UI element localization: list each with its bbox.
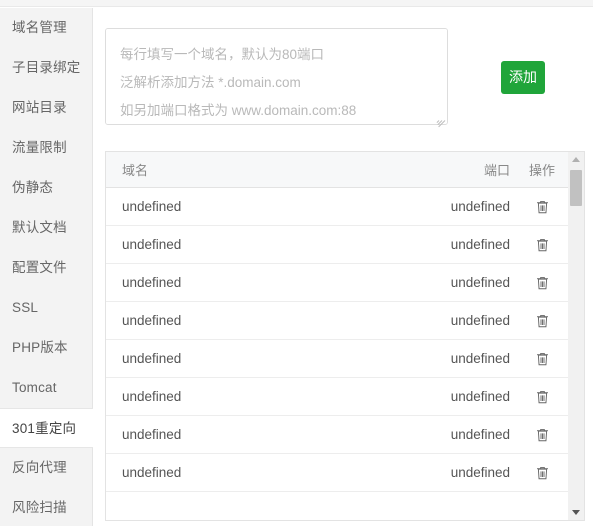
cell-domain: undefined <box>122 275 182 290</box>
column-header-port: 端口 <box>483 163 510 178</box>
caret-up-icon[interactable] <box>568 152 584 168</box>
cell-domain: undefined <box>122 465 182 480</box>
table-row: undefined undefined <box>106 416 568 454</box>
column-header-domain: 域名 <box>122 163 149 178</box>
cell-port: undefined <box>450 389 510 404</box>
trash-icon[interactable] <box>535 313 550 329</box>
domain-input[interactable] <box>105 28 448 125</box>
sidebar-item-label: Tomcat <box>12 380 57 395</box>
table-row: undefined undefined <box>106 264 568 302</box>
table-row <box>106 492 568 520</box>
trash-icon[interactable] <box>535 237 550 253</box>
table-scrollbar[interactable] <box>568 151 585 521</box>
column-header-operation: 操作 <box>528 163 555 178</box>
cell-port: undefined <box>450 199 510 214</box>
trash-icon[interactable] <box>535 199 550 215</box>
cell-domain: undefined <box>122 237 182 252</box>
top-strip <box>0 0 593 7</box>
sidebar-item-risk-scan[interactable]: 风险扫描 <box>0 488 92 528</box>
main-content: 添加 域名 端口 操作 undefinedundefinedundefinedu… <box>94 8 593 526</box>
add-domain-form: 添加 <box>105 28 585 138</box>
domain-table: 域名 端口 操作 undefined undefined undefined unde… <box>105 151 568 521</box>
cell-operation <box>516 426 568 443</box>
cell-operation <box>516 236 568 253</box>
sidebar-item-label: 风险扫描 <box>12 500 67 515</box>
sidebar-item-ssl[interactable]: SSL <box>0 288 92 328</box>
trash-icon[interactable] <box>535 351 550 367</box>
cell-port: undefined <box>450 275 510 290</box>
sidebar-item-pseudo-static[interactable]: 伪静态 <box>0 168 92 208</box>
sidebar-item-label: 域名管理 <box>12 20 67 35</box>
sidebar-item-label: 默认文档 <box>12 220 67 235</box>
sidebar-item-config-file[interactable]: 配置文件 <box>0 248 92 288</box>
cell-operation <box>516 350 568 367</box>
cell-port: undefined <box>450 351 510 366</box>
sidebar-item-label: 301重定向 <box>12 421 77 436</box>
trash-icon[interactable] <box>535 427 550 443</box>
cell-domain: undefined <box>122 199 182 214</box>
table-row: undefined undefined <box>106 226 568 264</box>
cell-domain: undefined <box>122 427 182 442</box>
settings-sidebar: 域名管理 子目录绑定 网站目录 流量限制 伪静态 默认文档 配置文件 SSL P… <box>0 8 93 526</box>
scrollbar-thumb[interactable] <box>570 170 582 206</box>
sidebar-item-label: 网站目录 <box>12 100 67 115</box>
table-row: undefined undefined <box>106 302 568 340</box>
cell-port: undefined <box>450 465 510 480</box>
cell-operation <box>516 198 568 215</box>
cell-operation <box>516 464 568 481</box>
table-row: undefined undefined <box>106 340 568 378</box>
cell-domain: undefined <box>122 313 182 328</box>
sidebar-item-label: SSL <box>12 300 39 315</box>
sidebar-item-label: 子目录绑定 <box>12 60 81 75</box>
sidebar-item-tomcat[interactable]: Tomcat <box>0 368 92 408</box>
cell-operation <box>516 274 568 291</box>
cell-domain: undefined <box>122 351 182 366</box>
cell-domain: undefined <box>122 389 182 404</box>
domain-redirect-panel: 域名管理 子目录绑定 网站目录 流量限制 伪静态 默认文档 配置文件 SSL P… <box>0 0 593 526</box>
sidebar-item-label: 流量限制 <box>12 140 67 155</box>
cell-port: undefined <box>450 237 510 252</box>
table-body: undefined undefined undefined undefined unde… <box>106 188 568 520</box>
trash-icon[interactable] <box>535 465 550 481</box>
trash-icon[interactable] <box>535 389 550 405</box>
sidebar-item-domain-management[interactable]: 域名管理 <box>0 8 92 48</box>
sidebar-item-label: PHP版本 <box>12 340 68 355</box>
sidebar-item-subdirectory-binding[interactable]: 子目录绑定 <box>0 48 92 88</box>
sidebar-item-301-redirect[interactable]: 301重定向 <box>0 408 93 448</box>
sidebar-item-default-document[interactable]: 默认文档 <box>0 208 92 248</box>
sidebar-item-label: 配置文件 <box>12 260 67 275</box>
table-row: undefined undefined <box>106 454 568 492</box>
sidebar-item-label: 反向代理 <box>12 460 67 475</box>
sidebar-item-traffic-limit[interactable]: 流量限制 <box>0 128 92 168</box>
sidebar-item-php-version[interactable]: PHP版本 <box>0 328 92 368</box>
sidebar-item-reverse-proxy[interactable]: 反向代理 <box>0 448 92 488</box>
sidebar-item-label: 伪静态 <box>12 180 54 195</box>
sidebar-item-site-directory[interactable]: 网站目录 <box>0 88 92 128</box>
table-header-row: 域名 端口 操作 <box>106 152 568 188</box>
cell-operation <box>516 312 568 329</box>
cell-operation <box>516 388 568 405</box>
table-row: undefined undefined <box>106 378 568 416</box>
cell-port: undefined <box>450 313 510 328</box>
add-button[interactable]: 添加 <box>501 61 545 94</box>
trash-icon[interactable] <box>535 275 550 291</box>
table-row: undefined undefined <box>106 188 568 226</box>
caret-down-icon[interactable] <box>568 504 584 520</box>
cell-port: undefined <box>450 427 510 442</box>
